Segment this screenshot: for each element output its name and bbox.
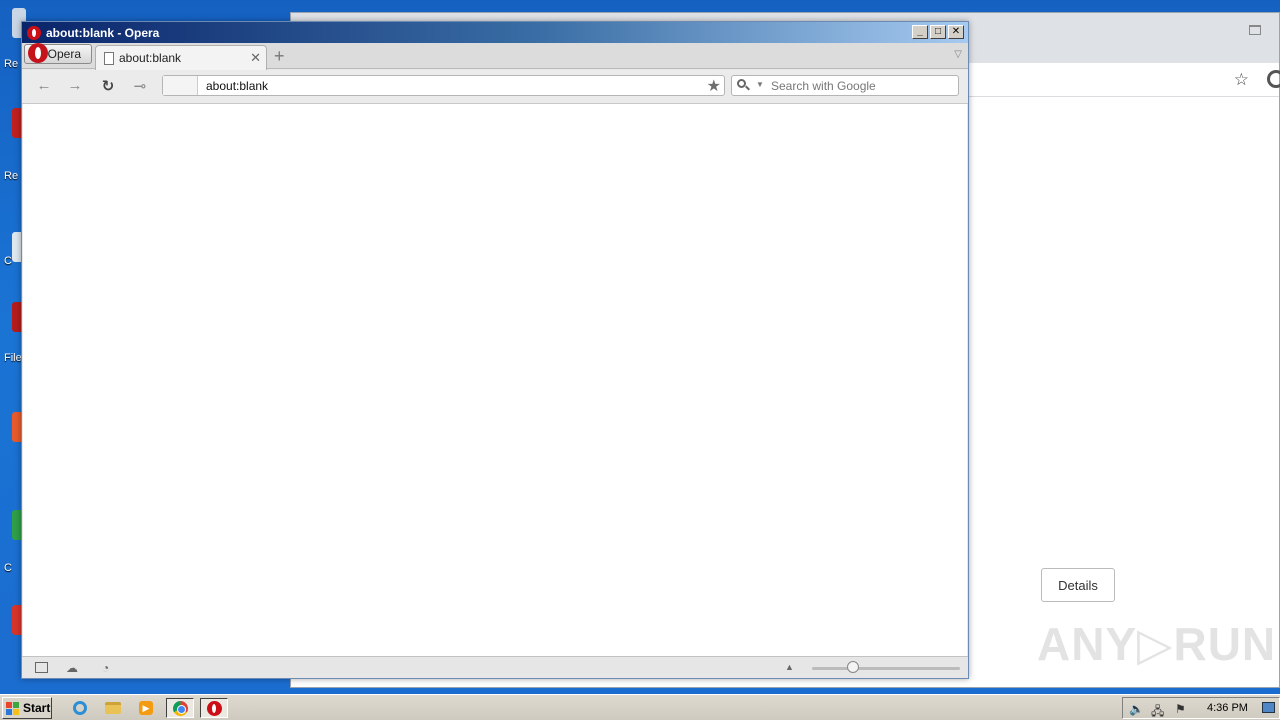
taskbar-file-explorer[interactable] xyxy=(99,698,127,718)
taskbar: Start ▶ 🔈 🖧 ⚑ 4:36 PM xyxy=(0,694,1280,720)
status-bar: ☁ ◔ ▲ xyxy=(22,656,968,678)
desktop-icon-label: C xyxy=(4,255,12,267)
search-engine-dropdown-icon[interactable]: ▼ xyxy=(756,80,764,89)
windows-flag-icon xyxy=(6,701,19,715)
profile-avatar-icon[interactable] xyxy=(1267,70,1280,88)
opera-logo-icon xyxy=(27,25,41,40)
details-button[interactable]: Details xyxy=(1041,568,1115,602)
maximize-button[interactable]: □ xyxy=(930,25,946,39)
page-icon xyxy=(104,51,114,65)
speed-dial-icon[interactable]: ◔ xyxy=(102,661,109,675)
search-input[interactable]: ▼ Search with Google xyxy=(731,75,959,96)
taskbar-internet-explorer[interactable] xyxy=(66,698,94,718)
action-center-flag-icon[interactable]: ⚑ xyxy=(1175,702,1186,716)
forward-arrow-icon[interactable]: → xyxy=(65,77,85,94)
close-button[interactable]: ✕ xyxy=(948,25,964,39)
start-label: Start xyxy=(23,701,51,715)
cloud-icon[interactable]: ☁ xyxy=(66,661,78,675)
reload-icon[interactable]: ↻ xyxy=(98,77,118,95)
bookmark-star-icon[interactable]: ★ xyxy=(707,76,721,96)
show-desktop-icon[interactable] xyxy=(1262,702,1275,713)
panel-toggle-icon[interactable] xyxy=(35,662,48,673)
chrome-icon xyxy=(172,700,188,716)
volume-icon[interactable]: 🔈 xyxy=(1129,702,1144,716)
tab-close-icon[interactable]: ✕ xyxy=(250,50,261,66)
bookmark-star-icon[interactable]: ☆ xyxy=(1234,70,1249,90)
tab-bar: Opera about:blank ✕ + ▽ xyxy=(22,43,968,70)
minimize-button[interactable]: _ xyxy=(912,25,928,39)
opera-titlebar[interactable]: about:blank - Opera _ □ ✕ xyxy=(22,22,968,43)
page-content[interactable] xyxy=(23,104,967,656)
window-controls: _ □ ✕ xyxy=(912,25,964,39)
desktop-icon-label: C xyxy=(4,562,12,574)
network-icon[interactable]: 🖧 xyxy=(1151,702,1164,720)
desktop-icon-label: Re xyxy=(4,58,19,70)
internet-explorer-icon xyxy=(73,701,87,715)
opera-icon xyxy=(206,700,222,716)
taskbar-chrome[interactable] xyxy=(166,698,194,718)
key-icon[interactable]: ⊸ xyxy=(130,77,150,95)
address-bar[interactable]: about:blank ★ xyxy=(162,75,725,96)
folder-icon xyxy=(105,702,121,714)
desktop-icon-label: File xyxy=(4,352,22,364)
chevron-up-icon[interactable]: ▲ xyxy=(785,662,794,672)
address-input[interactable]: about:blank xyxy=(206,79,268,93)
tab-label: about:blank xyxy=(119,51,182,65)
navigation-toolbar: ← → ↻ ⊸ about:blank ★ ▼ Search with Goog… xyxy=(22,70,968,104)
site-badge[interactable] xyxy=(163,76,198,95)
opera-logo-icon xyxy=(28,43,48,63)
minimize-icon[interactable] xyxy=(1249,25,1261,35)
opera-menu-button[interactable]: Opera xyxy=(24,43,92,64)
zoom-slider-track[interactable] xyxy=(812,667,960,670)
taskbar-opera[interactable] xyxy=(200,698,228,718)
desktop-icon-label: Re xyxy=(4,170,19,182)
back-arrow-icon[interactable]: ← xyxy=(34,77,54,94)
window-title: about:blank - Opera xyxy=(46,25,160,40)
tab-about-blank[interactable]: about:blank ✕ xyxy=(95,45,267,70)
search-icon xyxy=(737,79,753,93)
tab-menu-chevron-icon[interactable]: ▽ xyxy=(954,49,962,60)
anyrun-watermark: ANY▷RUN xyxy=(1037,618,1277,670)
clock[interactable]: 4:36 PM xyxy=(1207,702,1248,714)
zoom-slider-thumb[interactable] xyxy=(847,661,859,673)
search-placeholder: Search with Google xyxy=(771,79,876,93)
taskbar-media-player[interactable]: ▶ xyxy=(132,698,160,718)
new-tab-plus-icon[interactable]: + xyxy=(274,47,285,65)
opera-window[interactable]: about:blank - Opera _ □ ✕ Opera about:bl… xyxy=(21,21,969,679)
system-tray: 🔈 🖧 ⚑ 4:36 PM xyxy=(1122,697,1280,719)
start-button[interactable]: Start xyxy=(2,697,52,719)
media-player-icon: ▶ xyxy=(139,701,153,715)
opera-menu-label: Opera xyxy=(47,47,81,61)
